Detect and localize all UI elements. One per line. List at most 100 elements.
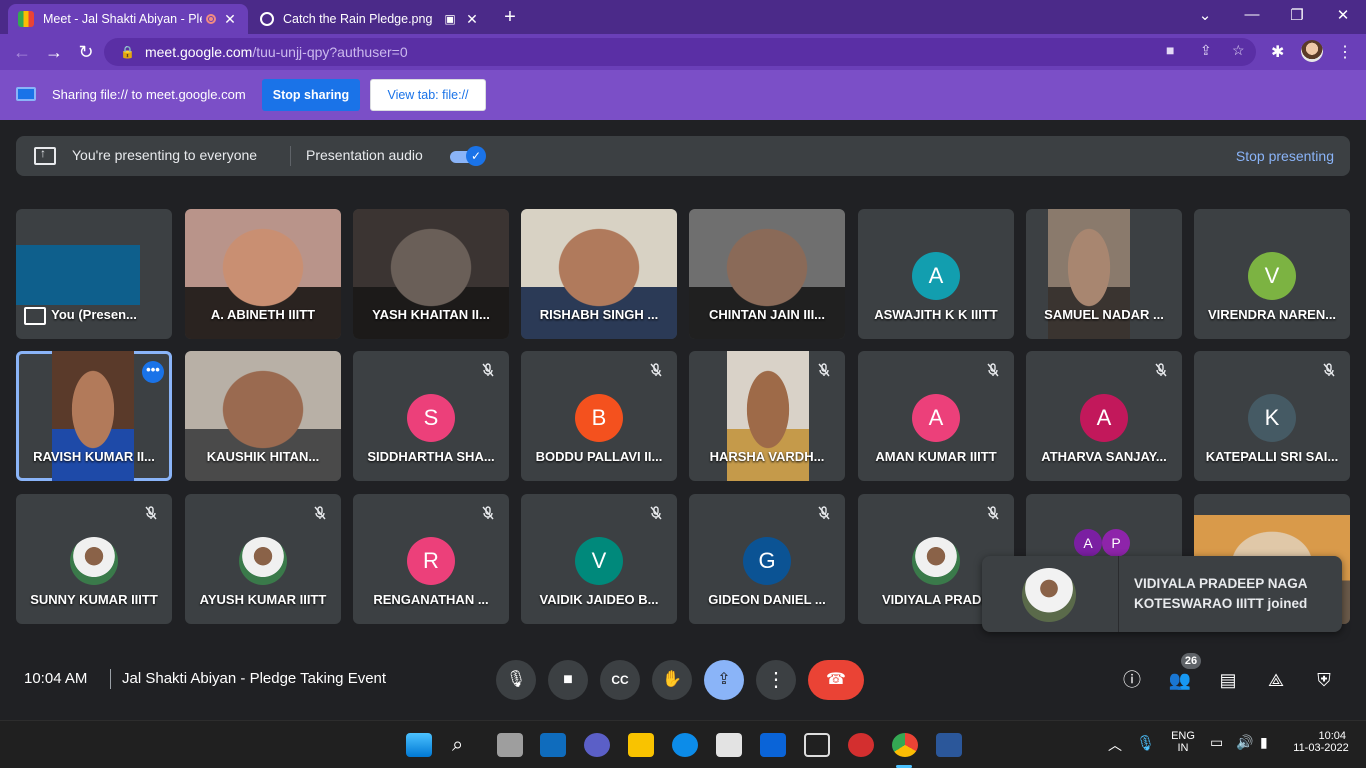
- host-controls-icon[interactable]: ⛨: [1312, 668, 1336, 692]
- screen-share-tab-icon: ▣: [444, 12, 456, 26]
- new-tab-button[interactable]: +: [498, 6, 522, 29]
- raise-hand-button[interactable]: ✋: [652, 660, 692, 700]
- participant-tile[interactable]: YASH KHAITAN II...: [353, 209, 509, 339]
- participant-avatar: P: [1102, 529, 1130, 557]
- minimize-button[interactable]: —: [1237, 6, 1267, 23]
- microphone-button[interactable]: 🎙: [496, 660, 536, 700]
- address-bar[interactable]: 🔒 meet.google.com /tuu-unjj-qpy?authuser…: [104, 38, 1256, 66]
- camera-in-use-icon[interactable]: ■: [1166, 42, 1174, 58]
- participant-avatar: G: [743, 537, 791, 585]
- participant-tile[interactable]: You (Presen...: [16, 209, 172, 339]
- activities-icon[interactable]: ⟁: [1264, 668, 1288, 692]
- tab-search-icon[interactable]: ⌄: [1190, 6, 1220, 24]
- battery-icon[interactable]: ▮: [1260, 734, 1268, 751]
- chrome-icon[interactable]: [892, 733, 918, 757]
- reload-icon[interactable]: ↻: [74, 40, 98, 64]
- browser-menu-icon[interactable]: ⋮: [1337, 42, 1353, 62]
- url-path: /tuu-unjj-qpy?authuser=0: [252, 44, 408, 60]
- windows-start-icon[interactable]: [406, 733, 432, 757]
- store-icon[interactable]: [716, 733, 742, 757]
- teams-chat-icon[interactable]: [584, 733, 610, 757]
- more-options-button[interactable]: ⋮: [756, 660, 796, 700]
- captions-button[interactable]: CC: [600, 660, 640, 700]
- participant-tile[interactable]: A ATHARVA SANJAY...: [1026, 351, 1182, 481]
- participant-name: YASH KHAITAN II...: [372, 307, 490, 322]
- presentation-audio-toggle[interactable]: ✓: [450, 146, 486, 166]
- participant-tile[interactable]: R RENGANATHAN ...: [353, 494, 509, 624]
- camera-button[interactable]: ■: [548, 660, 588, 700]
- view-tab-button[interactable]: View tab: file://: [370, 79, 486, 111]
- stop-presenting-button[interactable]: Stop presenting: [1236, 148, 1334, 164]
- present-now-button[interactable]: ⇪: [704, 660, 744, 700]
- search-icon[interactable]: ⌕: [452, 733, 478, 757]
- file-explorer-icon[interactable]: [628, 733, 654, 757]
- tray-overflow-icon[interactable]: ︿: [1108, 735, 1122, 755]
- participant-tile[interactable]: A ASWAJITH K K IIITT: [858, 209, 1014, 339]
- meet-icon: [18, 11, 34, 27]
- tab-meet[interactable]: Meet - Jal Shakti Abiyan - Ple ✕: [8, 4, 248, 34]
- mail-icon[interactable]: [760, 733, 786, 757]
- stop-sharing-button[interactable]: Stop sharing: [262, 79, 360, 111]
- participant-tile[interactable]: V VAIDIK JAIDEO B...: [521, 494, 677, 624]
- app-red-icon[interactable]: [848, 733, 874, 757]
- widgets-icon[interactable]: [540, 733, 566, 757]
- info-icon[interactable]: ⓘ: [1120, 668, 1144, 692]
- volume-icon[interactable]: 🔊: [1236, 734, 1253, 751]
- participant-avatar: R: [407, 537, 455, 585]
- lock-icon[interactable]: 🔒: [120, 45, 135, 59]
- task-view-icon[interactable]: [497, 733, 523, 757]
- taskbar-clock[interactable]: 10:04 11-03-2022: [1288, 730, 1354, 754]
- participant-tile[interactable]: A. ABINETH IIITT: [185, 209, 341, 339]
- close-tab-icon[interactable]: ✕: [464, 11, 480, 28]
- forward-icon[interactable]: →: [42, 40, 66, 64]
- close-window-button[interactable]: ✕: [1328, 6, 1358, 24]
- share-icon[interactable]: ⇪: [1200, 42, 1212, 59]
- participant-tile[interactable]: SAMUEL NADAR ...: [1026, 209, 1182, 339]
- participant-name: VIRENDRA NAREN...: [1207, 307, 1337, 322]
- mic-in-use-icon[interactable]: 🎙: [1136, 734, 1155, 752]
- profile-avatar[interactable]: [1301, 40, 1323, 62]
- people-icon[interactable]: 👥: [1168, 668, 1192, 692]
- mic-off-icon: [481, 506, 495, 520]
- mic-off-icon: [144, 506, 158, 520]
- participant-tile[interactable]: A AMAN KUMAR IIITT: [858, 351, 1014, 481]
- participant-name: VAIDIK JAIDEO B...: [539, 592, 659, 607]
- bookmark-star-icon[interactable]: ☆: [1232, 42, 1245, 59]
- participant-tile[interactable]: KAUSHIK HITAN...: [185, 351, 341, 481]
- check-icon: ✓: [466, 146, 486, 166]
- participant-name: SAMUEL NADAR ...: [1044, 307, 1164, 322]
- back-icon[interactable]: ←: [10, 40, 34, 64]
- shared-slide-thumbnail: [16, 245, 140, 305]
- participant-tile[interactable]: CHINTAN JAIN III...: [689, 209, 845, 339]
- participant-tile[interactable]: K KATEPALLI SRI SAI...: [1194, 351, 1350, 481]
- network-icon[interactable]: ▭: [1210, 734, 1223, 751]
- participant-tile[interactable]: SUNNY KUMAR IIITT: [16, 494, 172, 624]
- app-cube-icon[interactable]: [804, 733, 830, 757]
- participant-tile[interactable]: G GIDEON DANIEL ...: [689, 494, 845, 624]
- participant-tile[interactable]: RISHABH SINGH ...: [521, 209, 677, 339]
- language-indicator[interactable]: ENG IN: [1166, 730, 1200, 754]
- recording-indicator-icon: [206, 14, 216, 24]
- participant-tile[interactable]: HARSHA VARDH...: [689, 351, 845, 481]
- participant-tile[interactable]: AYUSH KUMAR IIITT: [185, 494, 341, 624]
- close-tab-icon[interactable]: ✕: [222, 11, 238, 28]
- chat-icon[interactable]: ▤: [1216, 668, 1240, 692]
- word-icon[interactable]: [936, 733, 962, 757]
- tile-more-options-button[interactable]: •••: [142, 361, 164, 383]
- restore-button[interactable]: ❐: [1282, 6, 1312, 24]
- participant-tile[interactable]: S SIDDHARTHA SHA...: [353, 351, 509, 481]
- participant-tile[interactable]: V VIRENDRA NAREN...: [1194, 209, 1350, 339]
- extensions-icon[interactable]: ✱: [1271, 42, 1284, 62]
- url-host: meet.google.com: [144, 44, 253, 60]
- leave-call-button[interactable]: ☎: [808, 660, 864, 700]
- participant-avatar: B: [575, 394, 623, 442]
- camera-icon: ■: [563, 671, 573, 688]
- tab-catch-the-rain[interactable]: Catch the Rain Pledge.png (5 ▣ ✕: [250, 4, 490, 34]
- presenting-banner: You're presenting to everyone Presentati…: [16, 136, 1350, 176]
- participant-tile[interactable]: ••• RAVISH KUMAR II...: [16, 351, 172, 481]
- edge-icon[interactable]: [672, 733, 698, 757]
- participant-tile[interactable]: B BODDU PALLAVI II...: [521, 351, 677, 481]
- join-notification: VIDIYALA PRADEEP NAGA KOTESWARAO IIITT j…: [982, 556, 1342, 632]
- participants-count-badge: 26: [1181, 653, 1201, 669]
- participant-photo: [1022, 568, 1076, 622]
